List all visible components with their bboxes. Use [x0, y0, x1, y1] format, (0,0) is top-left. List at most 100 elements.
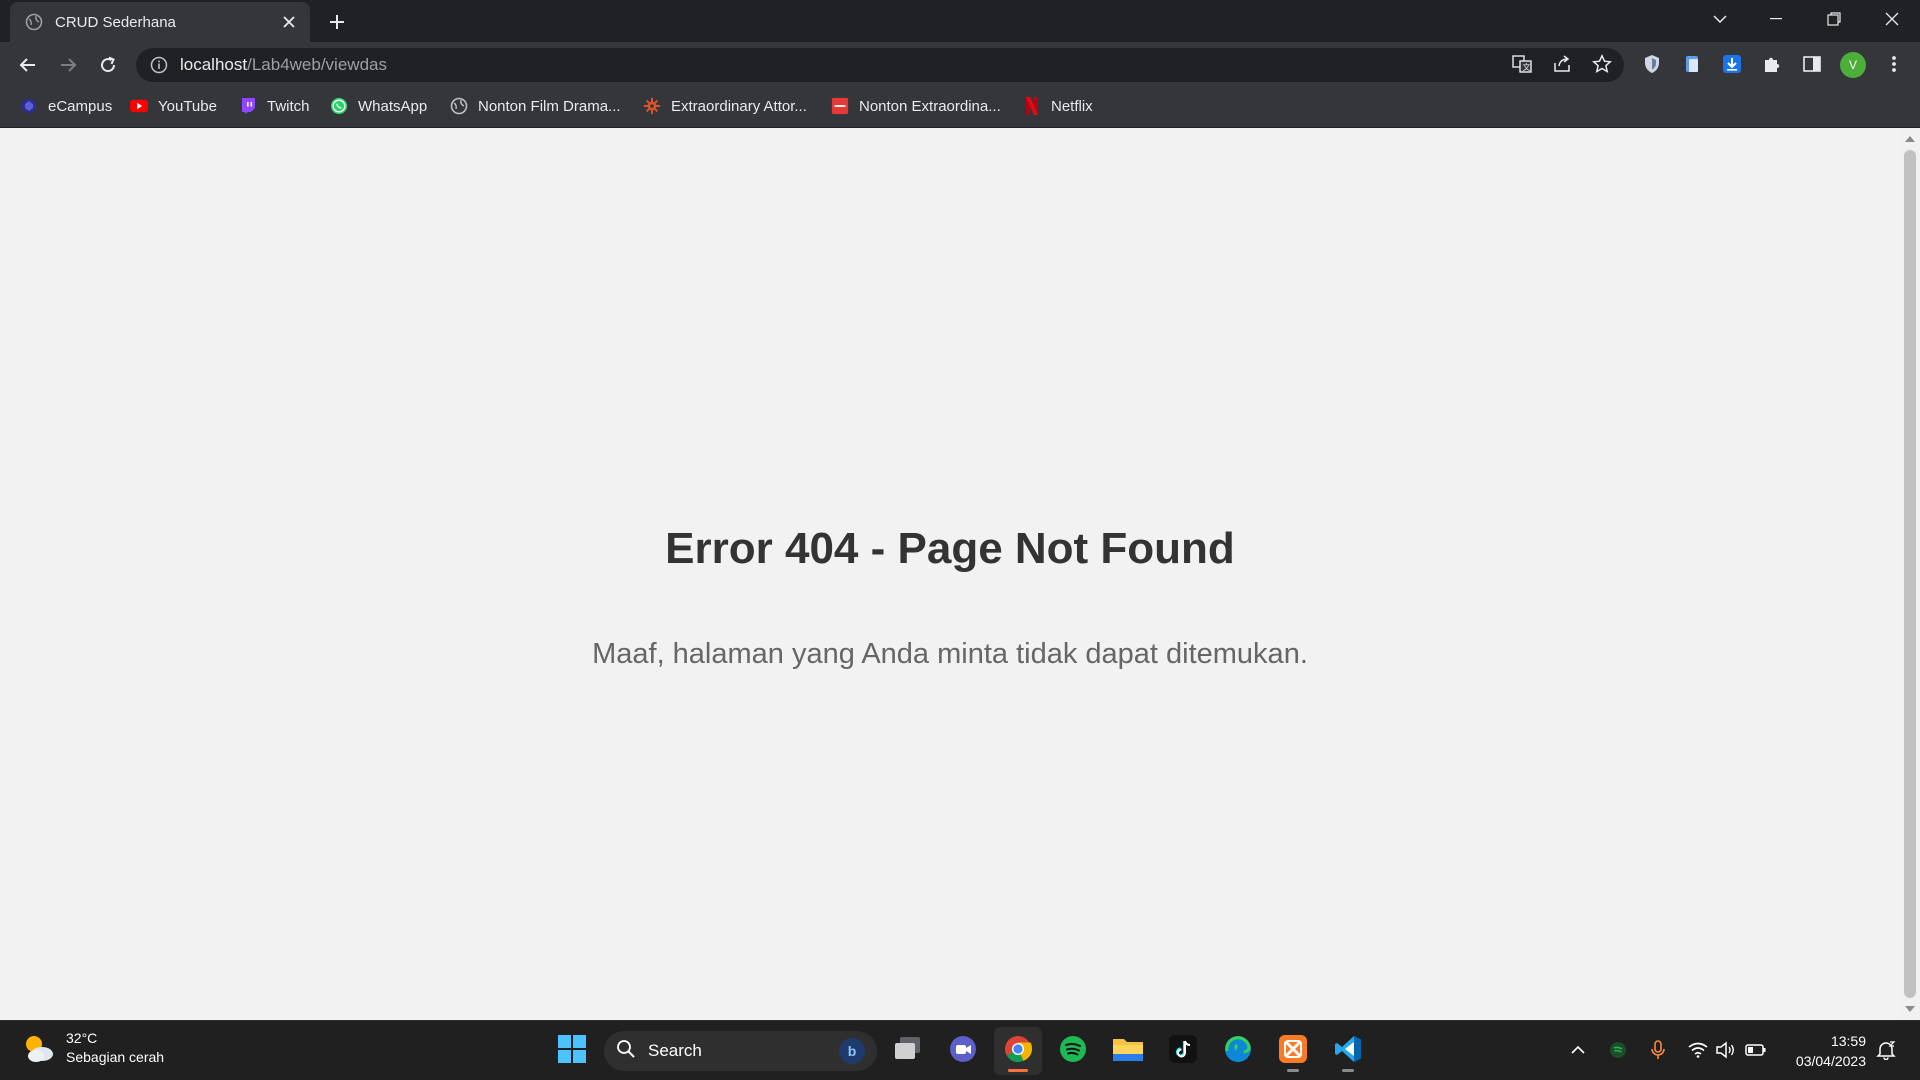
bookmark-nonton-film-drama[interactable]: Nonton Film Drama...: [450, 88, 621, 124]
bookmark-label: Twitch: [267, 97, 310, 115]
minimize-button[interactable]: [1748, 0, 1804, 38]
bookmark-label: Extraordinary Attor...: [671, 97, 807, 115]
search-label: Search: [648, 1041, 702, 1060]
windows-logo-icon: [557, 1034, 587, 1069]
site-icon: [643, 97, 661, 115]
taskbar-search[interactable]: Search b: [604, 1031, 877, 1071]
reload-button[interactable]: [92, 49, 124, 81]
bookmark-nonton-extraordinary[interactable]: Nonton Extraordina...: [831, 88, 1001, 124]
start-button[interactable]: [548, 1027, 596, 1075]
bookmark-netflix[interactable]: Netflix: [1023, 88, 1093, 124]
scroll-up-arrow-icon[interactable]: [1905, 136, 1915, 142]
close-window-button[interactable]: [1864, 0, 1920, 38]
microphone-icon[interactable]: [1643, 1035, 1673, 1065]
volume-icon[interactable]: [1711, 1035, 1741, 1065]
new-tab-button[interactable]: [322, 8, 352, 36]
search-icon: [616, 1039, 636, 1064]
clock-time: 13:59: [1830, 1033, 1866, 1049]
taskbar-task-view[interactable]: [884, 1027, 932, 1075]
share-icon[interactable]: [1547, 49, 1577, 79]
wifi-icon[interactable]: [1683, 1035, 1713, 1065]
bookmark-label: WhatsApp: [358, 97, 428, 115]
taskbar-teams-chat[interactable]: [939, 1027, 987, 1075]
bookmark-label: Nonton Extraordina...: [859, 97, 1001, 115]
url-path: /Lab4web/viewdas: [247, 55, 387, 74]
weather-condition: Sebagian cerah: [66, 1049, 165, 1065]
forward-button[interactable]: [52, 49, 84, 81]
profile-avatar[interactable]: V: [1840, 52, 1866, 78]
bookmark-extraordinary-attorney[interactable]: Extraordinary Attor...: [643, 88, 807, 124]
bookmark-star-icon[interactable]: [1587, 49, 1617, 79]
taskbar-xampp[interactable]: [1269, 1027, 1317, 1075]
error-heading: Error 404 - Page Not Found: [665, 524, 1235, 573]
tab-title: CRUD Sederhana: [55, 13, 176, 31]
url-text: localhost/Lab4web/viewdas: [180, 55, 387, 75]
taskbar-edge[interactable]: [1214, 1027, 1262, 1075]
page-scrollbar[interactable]: [1900, 128, 1920, 1020]
document-extension-icon[interactable]: [1677, 49, 1707, 79]
bookmark-label: Netflix: [1051, 97, 1093, 115]
address-bar[interactable]: localhost/Lab4web/viewdas: [136, 48, 1624, 82]
bookmark-youtube[interactable]: YouTube: [130, 88, 217, 124]
scroll-down-arrow-icon[interactable]: [1905, 1006, 1915, 1012]
xampp-icon: [1278, 1034, 1308, 1069]
taskbar-chrome[interactable]: [994, 1027, 1042, 1075]
translate-icon[interactable]: 文: [1507, 49, 1537, 79]
browser-toolbar: localhost/Lab4web/viewdas 文 V: [0, 42, 1920, 88]
folder-icon: [1112, 1035, 1144, 1068]
chrome-icon: [1003, 1034, 1033, 1069]
weather-widget[interactable]: 32°C Sebagian cerah: [20, 1029, 164, 1067]
menu-kebab-icon[interactable]: [1879, 49, 1909, 79]
browser-tab[interactable]: CRUD Sederhana: [10, 2, 310, 42]
spotify-tray-icon[interactable]: [1603, 1035, 1633, 1065]
taskbar-file-explorer[interactable]: [1104, 1027, 1152, 1075]
edge-icon: [1223, 1034, 1253, 1069]
netflix-icon: [1023, 97, 1041, 115]
site-red-icon: [831, 97, 849, 115]
bing-icon[interactable]: b: [839, 1038, 865, 1064]
globe-icon: [450, 97, 468, 115]
twitch-icon: [239, 97, 257, 115]
bookmark-twitch[interactable]: Twitch: [239, 88, 310, 124]
globe-icon: [25, 13, 43, 31]
taskbar-tiktok[interactable]: [1159, 1027, 1207, 1075]
shield-extension-icon[interactable]: [1637, 49, 1667, 79]
bookmark-label: Nonton Film Drama...: [478, 97, 621, 115]
active-app-indicator: [1008, 1069, 1028, 1072]
weather-temperature: 32°C: [66, 1030, 98, 1046]
spotify-icon: [1058, 1034, 1088, 1069]
bookmark-label: eCampus: [48, 97, 113, 115]
page-viewport: Error 404 - Page Not Found Maaf, halaman…: [0, 128, 1900, 1020]
scrollbar-thumb[interactable]: [1904, 150, 1916, 998]
side-panel-icon[interactable]: [1797, 49, 1827, 79]
taskbar-vscode[interactable]: [1324, 1027, 1372, 1075]
bookmarks-bar: eCampus YouTube Twitch WhatsApp Nonton F…: [0, 88, 1920, 128]
whatsapp-icon: [330, 97, 348, 115]
tab-search-icon[interactable]: [1692, 0, 1748, 38]
close-tab-icon[interactable]: [278, 11, 300, 33]
restore-button[interactable]: [1806, 0, 1862, 38]
youtube-icon: [130, 97, 148, 115]
svg-text:文: 文: [1523, 62, 1531, 72]
url-host: localhost: [180, 55, 248, 74]
bookmark-label: YouTube: [158, 97, 217, 115]
site-info-icon[interactable]: [150, 56, 168, 74]
extensions-puzzle-icon[interactable]: [1757, 49, 1787, 79]
video-chat-icon: [948, 1034, 978, 1069]
taskbar-spotify[interactable]: [1049, 1027, 1097, 1075]
notifications-bell-icon[interactable]: [1871, 1035, 1901, 1065]
battery-icon[interactable]: [1741, 1035, 1771, 1065]
vscode-icon: [1333, 1034, 1363, 1069]
running-app-indicator: [1287, 1069, 1299, 1072]
taskbar-clock[interactable]: 13:59 03/04/2023: [1786, 1031, 1866, 1071]
windows-taskbar: 32°C Sebagian cerah Search b 13:59 03/04…: [0, 1020, 1920, 1080]
bookmark-whatsapp[interactable]: WhatsApp: [330, 88, 427, 124]
bookmark-ecampus[interactable]: eCampus: [20, 88, 112, 124]
show-hidden-icons-chevron-icon[interactable]: [1563, 1035, 1593, 1065]
back-button[interactable]: [12, 49, 44, 81]
task-view-icon: [893, 1035, 923, 1068]
download-extension-icon[interactable]: [1717, 49, 1747, 79]
running-app-indicator: [1342, 1069, 1354, 1072]
partly-sunny-icon: [20, 1030, 56, 1066]
tiktok-icon: [1169, 1034, 1197, 1068]
